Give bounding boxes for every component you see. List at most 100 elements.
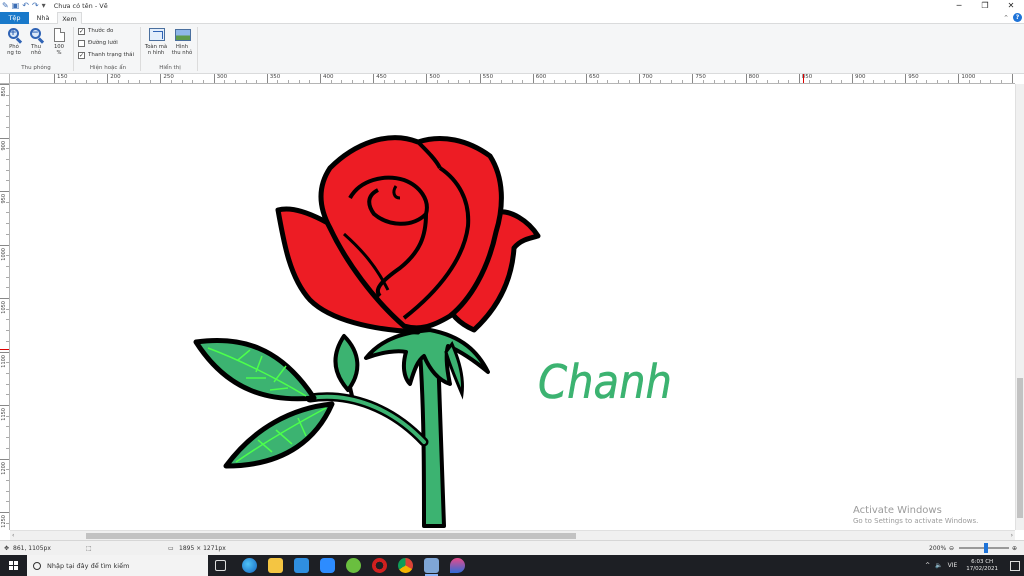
image-size: 1895 × 1271px	[179, 545, 226, 552]
file-explorer-icon[interactable]	[268, 558, 283, 573]
ruler-minor-tick	[437, 80, 439, 83]
ruler-minor-tick	[96, 80, 98, 83]
ruler-minor-tick	[500, 80, 502, 83]
ruler-tick-label: 700	[642, 74, 653, 80]
watermark-title: Activate Windows	[853, 505, 942, 516]
ruler-minor-tick	[554, 80, 556, 83]
zoom-out-small-icon[interactable]: ⊖	[949, 541, 954, 556]
ruler-tick: 150	[54, 74, 68, 83]
checkbox-rulers[interactable]: ✓ Thước đo	[78, 28, 113, 35]
ruler-minor-tick	[245, 80, 247, 83]
horizontal-scroll-thumb[interactable]	[86, 533, 576, 539]
ruler-minor-tick	[447, 80, 449, 83]
ruler-tick: 800	[745, 74, 759, 83]
zoom-in-button[interactable]: + Phó ng to	[4, 27, 24, 56]
ruler-minor-tick	[277, 80, 279, 83]
notification-icon[interactable]	[1010, 560, 1020, 571]
ruler-tick: 1050	[0, 298, 9, 314]
clock[interactable]: 6:03 CH 17/02/2021	[966, 559, 998, 573]
ruler-minor-tick	[6, 169, 9, 171]
ruler-minor-tick	[830, 80, 832, 83]
ruler-minor-tick	[490, 80, 492, 83]
ruler-minor-tick	[660, 80, 662, 83]
zoom-100-button[interactable]: 100 %	[49, 27, 69, 56]
opera-icon[interactable]	[372, 558, 387, 573]
ruler-minor-tick	[75, 80, 77, 83]
fullscreen-button[interactable]: Toàn mà n hình	[143, 27, 169, 56]
group-divider	[73, 27, 74, 71]
ruler-minor-tick	[6, 94, 9, 96]
ruler-minor-tick	[341, 80, 343, 83]
volume-icon[interactable]: 🔈	[935, 555, 942, 576]
group-divider	[197, 27, 198, 71]
ruler-tick-label: 550	[482, 74, 494, 80]
checkbox-gridlines[interactable]: Đường lưới	[78, 40, 118, 47]
task-view-icon[interactable]	[215, 560, 226, 571]
ruler-tick: 400	[320, 74, 334, 83]
ruler-minor-tick	[468, 80, 470, 83]
zoom-slider-knob[interactable]	[984, 543, 989, 553]
tab-home[interactable]: Nhà	[31, 12, 55, 24]
ruler-minor-tick	[405, 80, 407, 83]
ruler-minor-tick	[6, 148, 9, 150]
thumbnail-button[interactable]: Hình thu nhỏ	[170, 27, 194, 56]
checkbox-statusbar[interactable]: ✓ Thanh trạng thái	[78, 52, 134, 59]
ruler-minor-tick	[6, 105, 9, 107]
ruler-tick: 1000	[958, 74, 975, 83]
ruler-minor-tick	[926, 80, 928, 83]
display-group-label: Hiển thị	[159, 65, 181, 71]
ruler-tick: 1250	[0, 512, 9, 528]
ruler-minor-tick	[139, 80, 141, 83]
vertical-scrollbar[interactable]	[1015, 84, 1024, 530]
save-icon[interactable]: ▣	[12, 0, 20, 12]
paint-taskbar-icon[interactable]	[424, 558, 439, 576]
ruler-tick: 200	[107, 74, 121, 83]
zoom-slider[interactable]	[959, 543, 1009, 553]
app-icon[interactable]	[346, 558, 361, 573]
customize-qat-icon[interactable]: ▾	[42, 0, 46, 12]
ruler-minor-tick	[6, 383, 9, 385]
minimize-button[interactable]: ─	[946, 0, 972, 12]
ruler-minor-tick	[947, 80, 949, 83]
help-icon[interactable]: ?	[1013, 13, 1022, 22]
start-button[interactable]	[0, 555, 27, 576]
ruler-minor-tick	[575, 80, 577, 83]
mail-icon[interactable]	[294, 558, 309, 573]
drawing-canvas[interactable]: Chanh	[10, 84, 1015, 530]
ruler-minor-tick	[522, 80, 524, 83]
ruler-tick: 650	[586, 74, 600, 83]
zoom-app-icon[interactable]	[320, 558, 335, 573]
maximize-button[interactable]: ❐	[972, 0, 998, 12]
zoom-in-small-icon[interactable]: ⊕	[1012, 541, 1017, 556]
checkbox-box[interactable]: ✓	[78, 28, 85, 35]
ruler-tick: 850	[0, 84, 9, 97]
drop-app-icon[interactable]	[450, 558, 465, 573]
ruler-tick-label: 1250	[1, 515, 7, 528]
checkbox-box[interactable]	[78, 40, 85, 47]
ruler-tick-label: 1100	[1, 354, 7, 368]
chrome-icon[interactable]	[398, 558, 413, 573]
checkbox-label: Thước đo	[88, 28, 114, 34]
checkbox-box[interactable]: ✓	[78, 52, 85, 59]
undo-icon[interactable]: ↶	[22, 0, 29, 12]
page-icon	[53, 28, 65, 42]
tab-file[interactable]: Tệp	[0, 12, 29, 24]
vertical-scroll-thumb[interactable]	[1017, 378, 1023, 518]
status-bar: ✥ 861, 1105px ⬚ ▭ 1895 × 1271px 200% ⊖ ⊕	[0, 540, 1024, 555]
ruler-minor-tick	[809, 80, 811, 83]
ruler-minor-tick	[394, 80, 396, 83]
redo-icon[interactable]: ↷	[32, 0, 39, 12]
zoom-out-button[interactable]: − Thu nhỏ	[26, 27, 46, 56]
edge-icon[interactable]	[242, 558, 257, 573]
zoom-in-icon: +	[9, 28, 17, 38]
ruler-tick-label: 300	[216, 74, 228, 80]
ruler-minor-tick	[883, 80, 885, 83]
ruler-cursor-marker	[803, 74, 804, 83]
tray-arrow-icon[interactable]: ^	[925, 555, 930, 576]
horizontal-scrollbar[interactable]: ‹ ›	[10, 530, 1015, 540]
ruler-minor-tick	[224, 80, 226, 83]
close-button[interactable]: ✕	[998, 0, 1024, 12]
taskbar-search[interactable]: Nhập tại đây để tìm kiếm	[27, 555, 208, 576]
chevron-up-icon[interactable]: ⌃	[1003, 13, 1009, 23]
language-indicator[interactable]: VIE	[948, 555, 958, 576]
